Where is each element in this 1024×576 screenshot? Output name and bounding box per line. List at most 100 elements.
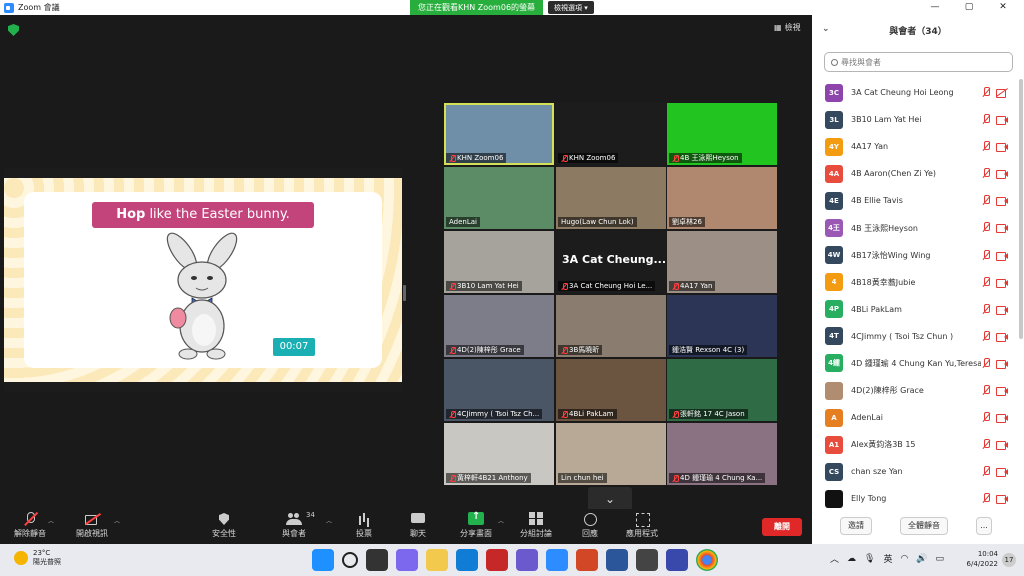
share-screen-button[interactable]: 分享畫面 — [460, 511, 492, 539]
microphone-icon[interactable]: 🎙 — [864, 554, 875, 564]
participant-row[interactable]: CS chan sze Yan — [812, 458, 1018, 485]
chat-button[interactable]: 聊天 — [410, 512, 426, 539]
participant-list-scrollbar[interactable] — [1019, 79, 1023, 339]
participant-row[interactable]: 4A 4B Aaron(Chen Zi Ye) — [812, 160, 1018, 187]
participant-row[interactable]: A1 Alex黃鈞洛3B 15 — [812, 431, 1018, 458]
teams-chat-icon[interactable] — [396, 549, 418, 571]
clock-date: 6/4/2022 — [966, 560, 998, 568]
powerpoint-icon[interactable] — [576, 549, 598, 571]
maximize-button[interactable]: ▢ — [952, 0, 986, 15]
participant-row[interactable]: 3C 3A Cat Cheung Hoi Leong — [812, 79, 1018, 106]
chrome-icon[interactable] — [696, 549, 718, 571]
view-options-button[interactable]: 檢視選項 ▾ — [548, 1, 594, 14]
apps-button[interactable]: 應用程式 — [626, 512, 658, 539]
file-explorer-icon[interactable] — [426, 549, 448, 571]
gallery-next-page-button[interactable]: ⌄ — [588, 487, 632, 511]
leave-meeting-button[interactable]: 離開 — [762, 518, 802, 536]
unmute-button[interactable]: 解除靜音 — [14, 512, 46, 539]
breakout-rooms-button[interactable]: 分組討論 — [520, 512, 552, 539]
participant-row[interactable]: Elly Tong — [812, 485, 1018, 512]
invite-button[interactable]: 邀請 — [840, 517, 872, 535]
video-tile[interactable]: 4BLi PakLam — [556, 359, 666, 421]
participants-count: 34 — [306, 511, 315, 519]
video-tile[interactable]: 鍾浩賢 Rexson 4C (3) — [667, 295, 777, 357]
tile-name-text: KHN Zoom06 — [569, 154, 616, 162]
start-menu-icon[interactable] — [312, 549, 334, 571]
participant-row[interactable]: 3L 3B10 Lam Yat Hei — [812, 106, 1018, 133]
edge-browser-icon[interactable] — [456, 549, 478, 571]
video-off-icon — [996, 332, 1008, 342]
audio-options-caret[interactable]: ︿ — [48, 516, 54, 525]
security-button[interactable]: 安全性 — [212, 512, 236, 539]
ime-indicator[interactable]: 英 — [883, 552, 892, 565]
start-video-button[interactable]: 開啟視訊 — [76, 512, 108, 539]
more-options-button[interactable]: ... — [976, 517, 992, 535]
participant-search-input[interactable]: 尋找與會者 — [824, 52, 1013, 72]
video-tile[interactable]: 4D 鍾瑾瑜 4 Chung Ka... — [667, 423, 777, 485]
muted-mic-icon — [982, 276, 990, 288]
video-tile[interactable]: 4A17 Yan — [667, 231, 777, 293]
participant-row[interactable]: 4E 4B Ellie Tavis — [812, 187, 1018, 214]
participants-panel: ⌄ 與會者（34） 尋找與會者 3C 3A Cat Cheung Hoi Leon… — [812, 15, 1024, 544]
taskbar-clock[interactable]: 10:04 6/4/2022 — [962, 549, 998, 569]
participant-row[interactable]: 4T 4CJimmy ( Tsoi Tsz Chun ) — [812, 323, 1018, 350]
poll-chart-icon — [356, 512, 372, 526]
participant-row[interactable]: 4鍾 4D 鍾瑾瑜 4 Chung Kan Yu,Teresa — [812, 350, 1018, 377]
tray-overflow-icon[interactable]: ︿ — [830, 552, 839, 565]
video-tile[interactable]: Lin chun hei — [556, 423, 666, 485]
video-tile[interactable]: 3B10 Lam Yat Hei — [444, 231, 554, 293]
wifi-icon[interactable]: ◠ — [900, 554, 908, 564]
gallery-view-button[interactable]: ▦ 檢視 — [774, 22, 801, 33]
weather-widget[interactable]: 23°C 陽光普照 — [14, 549, 61, 567]
participant-row[interactable]: 4P 4BLi PakLam — [812, 296, 1018, 323]
teams-icon[interactable] — [516, 549, 538, 571]
muted-mic-icon — [982, 466, 990, 477]
onedrive-icon[interactable]: ☁ — [847, 554, 856, 564]
minimize-button[interactable]: — — [918, 0, 952, 15]
volume-icon[interactable]: 🔊 — [916, 554, 927, 564]
video-tile[interactable]: KHN Zoom06 — [556, 103, 666, 165]
participant-row[interactable]: 4W 4B17泳怡Wing Wing — [812, 242, 1018, 269]
slide-card: Hop like the Easter bunny. 00:07 — [24, 192, 382, 368]
battery-icon[interactable]: ▭ — [936, 554, 945, 564]
participant-row[interactable]: 4D(2)陳梓彤 Grace — [812, 377, 1018, 404]
video-tile[interactable]: Hugo(Law Chun Lok) — [556, 167, 666, 229]
close-button[interactable]: ✕ — [986, 0, 1020, 15]
video-tile[interactable]: 黃梓軒4B21 Anthony — [444, 423, 554, 485]
word-icon[interactable] — [606, 549, 628, 571]
mcafee-icon[interactable] — [486, 549, 508, 571]
notification-badge[interactable]: 17 — [1002, 553, 1016, 567]
share-options-caret[interactable]: ︿ — [498, 516, 504, 525]
video-tile[interactable]: 4CJimmy ( Tsoi Tsz Ch... — [444, 359, 554, 421]
mute-all-button[interactable]: 全體靜音 — [900, 517, 948, 535]
task-view-icon[interactable] — [366, 549, 388, 571]
video-tile[interactable]: AdenLai — [444, 167, 554, 229]
app-icon[interactable] — [666, 549, 688, 571]
video-options-caret[interactable]: ︿ — [114, 516, 120, 525]
video-tile[interactable]: 3A Cat Cheung... 3A Cat Cheung Hoi Le... — [556, 231, 666, 293]
participants-options-caret[interactable]: ︿ — [326, 516, 332, 525]
video-tile[interactable]: 張軒銘 17 4C Jason — [667, 359, 777, 421]
chat-bubble-icon — [410, 512, 426, 526]
video-tile[interactable]: 劉卓林26 — [667, 167, 777, 229]
video-tile[interactable]: 3B馬曉昕 — [556, 295, 666, 357]
muted-mic-icon — [561, 410, 568, 418]
participants-button[interactable]: 與會者 — [282, 512, 306, 539]
participant-row[interactable]: A AdenLai — [812, 404, 1018, 431]
taskbar-search-icon[interactable] — [342, 552, 358, 568]
video-tile[interactable]: 4D(2)陳梓彤 Grace — [444, 295, 554, 357]
participant-row[interactable]: 4王 4B 王泳熙Heyson — [812, 214, 1018, 241]
tile-display-name: 3A Cat Cheung... — [562, 253, 666, 266]
polls-button[interactable]: 投票 — [356, 512, 372, 539]
video-tile[interactable]: KHN Zoom06 — [444, 103, 554, 165]
participant-row[interactable]: 4 4B18黃幸蕎Jubie — [812, 269, 1018, 296]
collapse-chevron-icon[interactable]: ⌄ — [822, 24, 830, 34]
split-view-drag-handle[interactable] — [403, 285, 406, 301]
app-icon[interactable] — [636, 549, 658, 571]
participant-row[interactable]: 4Y 4A17 Yan — [812, 133, 1018, 160]
encryption-shield-icon[interactable] — [8, 24, 19, 36]
reactions-button[interactable]: 回應 — [582, 512, 598, 539]
video-tile[interactable]: 4B 王泳熙Heyson — [667, 103, 777, 165]
tile-name-label: 4D(2)陳梓彤 Grace — [446, 345, 524, 355]
zoom-taskbar-icon[interactable] — [546, 549, 568, 571]
